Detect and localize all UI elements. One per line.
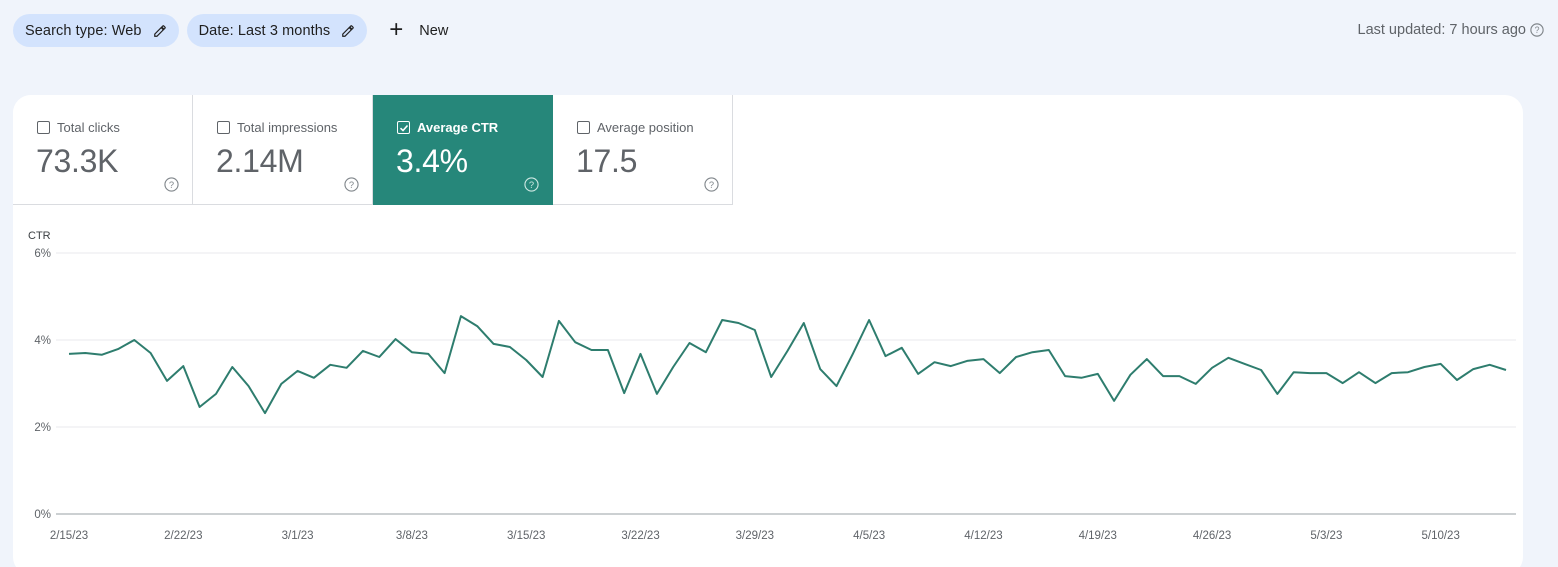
checkbox[interactable] <box>217 121 230 134</box>
x-tick-label: 3/29/23 <box>736 530 774 542</box>
y-tick-label: 4% <box>34 335 51 347</box>
help-icon[interactable]: ? <box>164 177 179 192</box>
chip-label: Date: Last 3 months <box>198 22 331 39</box>
svg-text:?: ? <box>529 180 534 190</box>
chip-label: Search type: Web <box>25 22 142 39</box>
plus-icon: + <box>389 15 404 43</box>
metric-value: 3.4% <box>396 143 468 179</box>
metric-average-position[interactable]: Average position 17.5 ? <box>553 95 733 205</box>
series-line-average-ctr[interactable] <box>68 315 1507 415</box>
new-label: New <box>419 22 449 39</box>
metric-total-clicks[interactable]: Total clicks 73.3K ? <box>13 95 193 205</box>
svg-text:?: ? <box>169 180 174 190</box>
metric-label: Total impressions <box>237 120 338 135</box>
x-tick-label: 3/15/23 <box>507 530 545 542</box>
x-tick-label: 5/3/23 <box>1310 530 1342 542</box>
metric-label: Average position <box>597 120 694 135</box>
gridlines <box>56 252 1516 515</box>
metric-label: Total clicks <box>57 120 120 135</box>
svg-text:?: ? <box>709 180 714 190</box>
metric-average-ctr[interactable]: Average CTR 3.4% ? <box>373 95 553 205</box>
y-tick-label: 0% <box>34 509 51 521</box>
svg-text:?: ? <box>349 180 354 190</box>
y-axis-ticks: 0% 2% 4% 6% <box>34 248 51 521</box>
series-lines <box>68 315 1507 415</box>
metric-label: Average CTR <box>417 120 499 135</box>
help-icon[interactable]: ? <box>704 177 719 192</box>
x-tick-label: 4/26/23 <box>1193 530 1231 542</box>
x-tick-label: 4/12/23 <box>964 530 1002 542</box>
last-updated: Last updated: 7 hours ago ? <box>1358 22 1545 38</box>
x-tick-label: 3/1/23 <box>282 530 314 542</box>
x-tick-label: 2/15/23 <box>50 530 88 542</box>
svg-text:?: ? <box>1535 25 1540 35</box>
x-tick-label: 3/22/23 <box>621 530 659 542</box>
x-tick-label: 4/19/23 <box>1079 530 1117 542</box>
x-tick-label: 4/5/23 <box>853 530 885 542</box>
metric-tabs: Total clicks 73.3K ? Total impressions 2… <box>13 95 1523 205</box>
performance-card: Total clicks 73.3K ? Total impressions 2… <box>13 95 1523 567</box>
last-updated-text: Last updated: 7 hours ago <box>1357 22 1527 38</box>
help-icon[interactable]: ? <box>1530 23 1544 37</box>
checkbox[interactable] <box>577 121 590 134</box>
metric-value: 2.14M <box>216 143 304 179</box>
metric-value: 73.3K <box>36 143 119 179</box>
help-icon[interactable]: ? <box>344 177 359 192</box>
new-filter-button[interactable]: + New <box>377 14 458 47</box>
metric-value: 17.5 <box>576 143 638 179</box>
date-filter-chip[interactable]: Date: Last 3 months <box>186 14 368 47</box>
filter-bar: Search type: Web Date: Last 3 months + N… <box>13 14 458 47</box>
pencil-icon <box>342 24 355 37</box>
x-tick-label: 3/8/23 <box>396 530 428 542</box>
metric-total-impressions[interactable]: Total impressions 2.14M ? <box>193 95 373 205</box>
x-tick-label: 5/10/23 <box>1421 530 1459 542</box>
y-axis-title: CTR <box>28 230 51 242</box>
x-axis-ticks: 2/15/23 2/22/23 3/1/23 3/8/23 3/15/23 3/22/23… <box>50 530 1460 542</box>
checkmark-icon <box>399 124 408 132</box>
line-chart: CTR 0% 2% 4% 6% 2/15/23 2/22/23 3/1/23 3/8/23 3… <box>28 230 1516 542</box>
x-tick-label: 2/22/23 <box>164 530 202 542</box>
ctr-chart: CTR 0% 2% 4% 6% 2/15/23 2/22/23 3/1/23 3/8/23 3… <box>13 205 1523 567</box>
pencil-icon <box>153 24 166 37</box>
search-type-filter-chip[interactable]: Search type: Web <box>13 14 179 47</box>
checkbox[interactable] <box>37 121 50 134</box>
y-tick-label: 2% <box>34 422 51 434</box>
help-icon[interactable]: ? <box>524 177 539 192</box>
y-tick-label: 6% <box>34 248 51 260</box>
checkbox-checked[interactable] <box>397 121 410 134</box>
